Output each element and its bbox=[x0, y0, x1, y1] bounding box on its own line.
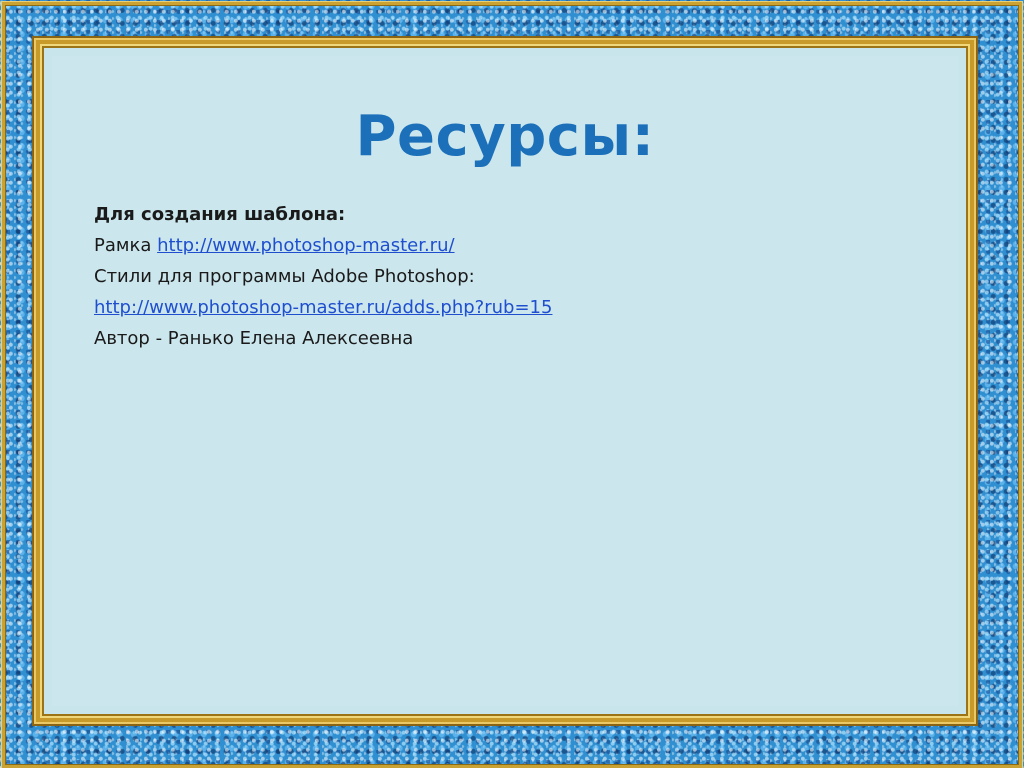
frame-source-link[interactable]: http://www.photoshop-master.ru/ bbox=[157, 235, 454, 256]
frame-label: Рамка bbox=[94, 235, 152, 256]
slide: Ресурсы: Для создания шаблона: Рамка htt… bbox=[0, 0, 1024, 768]
styles-credit-text: Стили для программы Adobe Photoshop: bbox=[94, 266, 475, 287]
resources-list: Для создания шаблона: Рамка http://www.p… bbox=[94, 199, 552, 354]
frame-credit-line: Рамка http://www.photoshop-master.ru/ bbox=[94, 230, 552, 261]
template-heading: Для создания шаблона: bbox=[94, 204, 346, 225]
slide-title: Ресурсы: bbox=[355, 104, 655, 169]
styles-source-link[interactable]: http://www.photoshop-master.ru/adds.php?… bbox=[94, 297, 552, 318]
gold-frame: Ресурсы: Для создания шаблона: Рамка htt… bbox=[36, 40, 974, 722]
styles-link-line: http://www.photoshop-master.ru/adds.php?… bbox=[94, 292, 552, 323]
content-panel: Ресурсы: Для создания шаблона: Рамка htt… bbox=[52, 56, 958, 706]
author-credit: Автор - Ранько Елена Алексеевна bbox=[94, 328, 414, 349]
